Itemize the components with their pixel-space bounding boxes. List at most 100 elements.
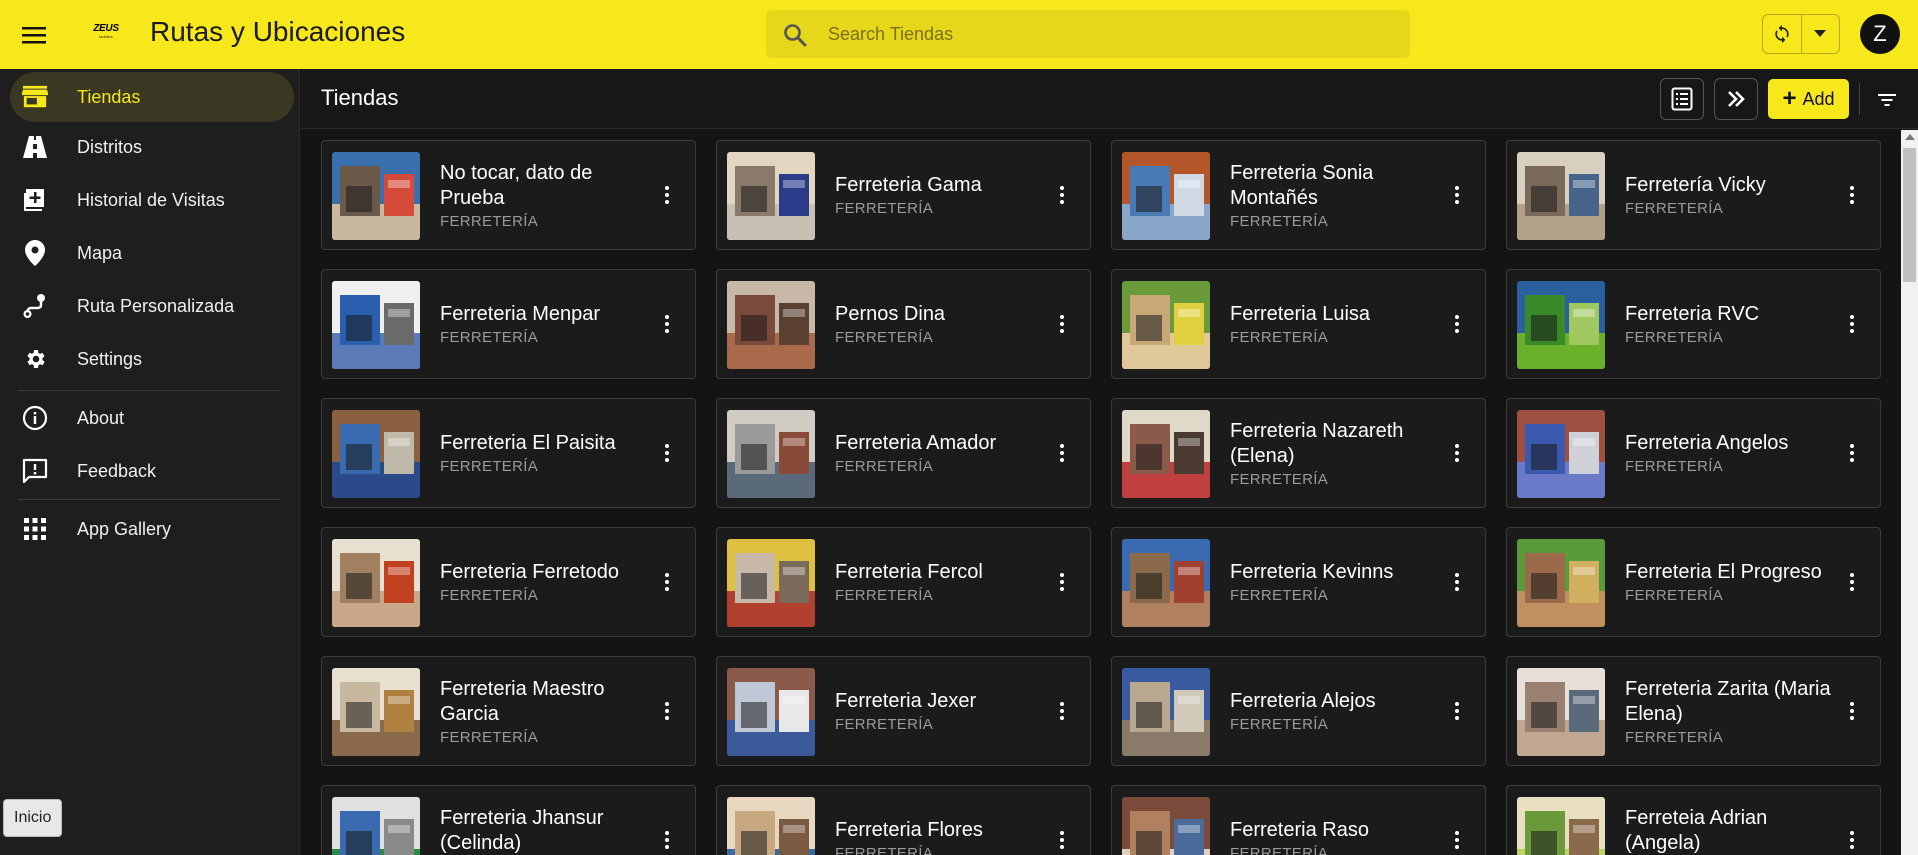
sidebar-item-feedback[interactable]: Feedback [10, 446, 294, 496]
store-card[interactable]: Ferreteria Flores FERRETERÍA [716, 785, 1091, 855]
hamburger-menu-icon[interactable] [18, 19, 50, 51]
store-card[interactable]: Ferreteria Angelos FERRETERÍA [1506, 398, 1881, 508]
store-info: Ferreteria Maestro Garcia FERRETERÍA [440, 657, 650, 765]
list-view-button[interactable] [1660, 78, 1704, 120]
header-divider [1859, 83, 1860, 115]
store-card[interactable]: No tocar, dato de Prueba FERRETERÍA [321, 140, 696, 250]
more-options-icon[interactable] [1842, 181, 1862, 209]
more-options-icon[interactable] [1052, 826, 1072, 854]
store-photo [332, 797, 420, 855]
store-card[interactable]: Ferreteria Maestro Garcia FERRETERÍA [321, 656, 696, 766]
more-options-icon[interactable] [657, 697, 677, 725]
sidebar-item-label: Historial de Visitas [77, 189, 225, 210]
sidebar-item-label: About [77, 407, 125, 428]
store-card[interactable]: Ferretería Vicky FERRETERÍA [1506, 140, 1881, 250]
store-card[interactable]: Ferreteria Nazareth (Elena) FERRETERÍA [1111, 398, 1486, 508]
more-options-icon[interactable] [1052, 439, 1072, 467]
more-options-icon[interactable] [1842, 439, 1862, 467]
sidebar-item-ruta[interactable]: Ruta Personalizada [10, 281, 294, 331]
more-options-icon[interactable] [1447, 181, 1467, 209]
store-card[interactable]: Ferreteria RVC FERRETERÍA [1506, 269, 1881, 379]
vertical-scrollbar[interactable] [1901, 130, 1918, 855]
expand-button[interactable] [1714, 78, 1758, 120]
store-card[interactable]: Ferreteria Ferretodo FERRETERÍA [321, 527, 696, 637]
store-category: FERRETERÍA [1625, 728, 1724, 746]
store-card[interactable]: Ferreteia Adrian (Angela)FERRETERÍA [1506, 785, 1881, 855]
store-card[interactable]: Ferreteria Kevinns FERRETERÍA [1111, 527, 1486, 637]
sidebar-item-tiendas[interactable]: Tiendas [10, 72, 294, 122]
more-options-icon[interactable] [1447, 826, 1467, 854]
store-info: Ferreteria Raso FERRETERÍA [1230, 786, 1440, 855]
filter-button[interactable] [1872, 85, 1902, 115]
store-card[interactable]: Ferreteria Jhansur (Celinda)FERRETERÍA [321, 785, 696, 855]
store-info: Ferreteria Alejos FERRETERÍA [1230, 657, 1440, 765]
more-options-icon[interactable] [1447, 697, 1467, 725]
search-input[interactable] [828, 10, 1388, 58]
store-photo [1122, 410, 1210, 498]
more-options-icon[interactable] [657, 439, 677, 467]
store-category: FERRETERÍA [1625, 587, 1724, 604]
filter-icon [1878, 94, 1896, 106]
sidebar-item-distritos[interactable]: Distritos [10, 122, 294, 172]
more-options-icon[interactable] [1447, 568, 1467, 596]
store-card[interactable]: Ferreteria Fercol FERRETERÍA [716, 527, 1091, 637]
sidebar-item-settings[interactable]: Settings [10, 334, 294, 384]
sidebar-item-historial[interactable]: Historial de Visitas [10, 175, 294, 225]
sidebar-item-label: App Gallery [77, 518, 172, 539]
store-category: FERRETERÍA [1230, 716, 1329, 733]
add-button[interactable]: + Add [1768, 79, 1849, 119]
more-options-icon[interactable] [657, 310, 677, 338]
more-options-icon[interactable] [1052, 697, 1072, 725]
more-options-icon[interactable] [1842, 568, 1862, 596]
store-name: Ferreteria Flores [835, 819, 983, 841]
store-card[interactable]: Ferreteria Raso FERRETERÍA [1111, 785, 1486, 855]
store-info: Ferreteria Gama FERRETERÍA [835, 141, 1045, 249]
inicio-button[interactable]: Inicio [3, 799, 63, 837]
plus-icon: + [1782, 85, 1797, 112]
user-avatar[interactable]: Z [1860, 14, 1900, 54]
store-photo [1122, 668, 1210, 756]
store-photo [332, 539, 420, 627]
sidebar-item-app-gallery[interactable]: App Gallery [10, 504, 294, 554]
store-card[interactable]: Ferreteria Gama FERRETERÍA [716, 140, 1091, 250]
store-name: No tocar, dato de Prueba [440, 161, 593, 209]
store-name: Ferreteria Raso [1230, 819, 1369, 841]
sync-button[interactable] [1763, 15, 1801, 53]
more-options-icon[interactable] [1842, 826, 1862, 854]
store-card[interactable]: Ferreteria El Progreso FERRETERÍA [1506, 527, 1881, 637]
more-options-icon[interactable] [657, 568, 677, 596]
scrollbar-thumb[interactable] [1903, 148, 1916, 282]
store-card[interactable]: Pernos Dina FERRETERÍA [716, 269, 1091, 379]
store-card[interactable]: Ferreteria El Paisita FERRETERÍA [321, 398, 696, 508]
store-card[interactable]: Ferreteria Sonia Montañés FERRETERÍA [1111, 140, 1486, 250]
store-icon [22, 84, 48, 110]
more-options-icon[interactable] [1052, 568, 1072, 596]
store-name: Pernos Dina [835, 303, 946, 325]
more-options-icon[interactable] [1842, 697, 1862, 725]
sidebar-item-mapa[interactable]: Mapa [10, 228, 294, 278]
more-options-icon[interactable] [1842, 310, 1862, 338]
more-options-icon[interactable] [657, 181, 677, 209]
more-options-icon[interactable] [657, 826, 677, 854]
store-name: Ferreteria Nazareth (Elena) [1230, 419, 1404, 467]
sidebar-item-label: Settings [77, 348, 143, 369]
store-card[interactable]: Ferreteria Jexer FERRETERÍA [716, 656, 1091, 766]
store-photo [1122, 797, 1210, 855]
more-options-icon[interactable] [1052, 181, 1072, 209]
search-bar[interactable] [766, 10, 1410, 58]
store-name: Ferreteria El Paisita [440, 432, 616, 454]
store-card[interactable]: Ferreteria Menpar FERRETERÍA [321, 269, 696, 379]
scroll-up-arrow[interactable] [1905, 134, 1915, 140]
store-card[interactable]: Ferreteria Zarita (Maria Elena) FERRETERÍ… [1506, 656, 1881, 766]
more-options-icon[interactable] [1447, 310, 1467, 338]
more-options-icon[interactable] [1447, 439, 1467, 467]
sync-dropdown-button[interactable] [1800, 15, 1839, 53]
store-card[interactable]: Ferreteria Alejos FERRETERÍA [1111, 656, 1486, 766]
store-card[interactable]: Ferreteria Luisa FERRETERÍA [1111, 269, 1486, 379]
sidebar-item-about[interactable]: About [10, 393, 294, 443]
more-options-icon[interactable] [1052, 310, 1072, 338]
store-category: FERRETERÍA [835, 716, 934, 733]
store-card[interactable]: Ferreteria Amador FERRETERÍA [716, 398, 1091, 508]
store-category: FERRETERÍA [1230, 845, 1329, 855]
sidebar-item-label: Distritos [77, 136, 143, 157]
